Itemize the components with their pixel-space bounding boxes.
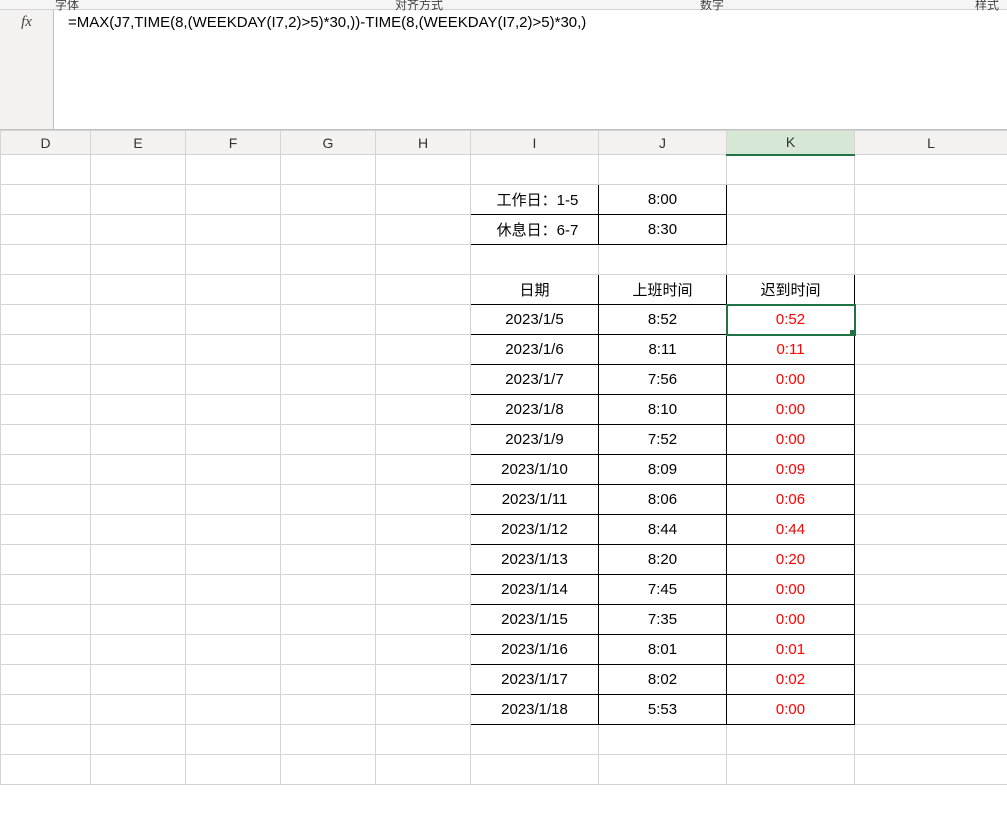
cell-late[interactable]: 0:06 — [727, 485, 855, 515]
ribbon-group-align: 对齐方式 — [395, 0, 443, 13]
cell-late[interactable]: 0:02 — [727, 665, 855, 695]
cell-late[interactable]: 0:09 — [727, 455, 855, 485]
col-E[interactable]: E — [91, 131, 186, 155]
table-row: 2023/1/7 7:56 0:00 — [1, 365, 1007, 395]
fx-icon[interactable]: fx — [0, 10, 54, 129]
col-I[interactable]: I — [471, 131, 599, 155]
cell-date[interactable]: 2023/1/11 — [471, 485, 599, 515]
table-row: 2023/1/11 8:06 0:06 — [1, 485, 1007, 515]
cell-time[interactable]: 8:01 — [599, 635, 727, 665]
ribbon-partial: 字体 对齐方式 数字 样式 — [0, 0, 1007, 10]
cell-date[interactable]: 2023/1/18 — [471, 695, 599, 725]
cell-date[interactable]: 2023/1/7 — [471, 365, 599, 395]
cell-date[interactable]: 2023/1/5 — [471, 305, 599, 335]
cell-time[interactable]: 8:20 — [599, 545, 727, 575]
table-row: 2023/1/14 7:45 0:00 — [1, 575, 1007, 605]
cell-late[interactable]: 0:00 — [727, 695, 855, 725]
col-L[interactable]: L — [855, 131, 1007, 155]
cell-date[interactable]: 2023/1/6 — [471, 335, 599, 365]
cell-late[interactable]: 0:20 — [727, 545, 855, 575]
col-J[interactable]: J — [599, 131, 727, 155]
col-K[interactable]: K — [727, 131, 855, 155]
cell-late[interactable]: 0:01 — [727, 635, 855, 665]
cell-time[interactable]: 7:45 — [599, 575, 727, 605]
cell-date[interactable]: 2023/1/14 — [471, 575, 599, 605]
rule-2-time[interactable]: 8:30 — [599, 215, 727, 245]
cell-late[interactable]: 0:11 — [727, 335, 855, 365]
table-row: 2023/1/18 5:53 0:00 — [1, 695, 1007, 725]
table-row: 2023/1/17 8:02 0:02 — [1, 665, 1007, 695]
col-D[interactable]: D — [1, 131, 91, 155]
cell-date[interactable]: 2023/1/8 — [471, 395, 599, 425]
cell-date[interactable]: 2023/1/10 — [471, 455, 599, 485]
cell-date[interactable]: 2023/1/9 — [471, 425, 599, 455]
table-header-late[interactable]: 迟到时间 — [727, 275, 855, 305]
table-header-time[interactable]: 上班时间 — [599, 275, 727, 305]
table-row: 2023/1/10 8:09 0:09 — [1, 455, 1007, 485]
column-headers: D E F G H I J K L — [1, 131, 1007, 155]
cell-date[interactable]: 2023/1/13 — [471, 545, 599, 575]
cell-time[interactable]: 8:02 — [599, 665, 727, 695]
cell-date[interactable]: 2023/1/17 — [471, 665, 599, 695]
cell-time[interactable]: 8:09 — [599, 455, 727, 485]
cell-time[interactable]: 8:11 — [599, 335, 727, 365]
ribbon-group-style: 样式 — [975, 0, 999, 13]
cell-time[interactable]: 7:56 — [599, 365, 727, 395]
cell-date[interactable]: 2023/1/16 — [471, 635, 599, 665]
table-row: 2023/1/16 8:01 0:01 — [1, 635, 1007, 665]
cell-late[interactable]: 0:00 — [727, 425, 855, 455]
table-row: 2023/1/9 7:52 0:00 — [1, 425, 1007, 455]
cell-date[interactable]: 2023/1/15 — [471, 605, 599, 635]
cell-late-selected[interactable]: 0:52 — [727, 305, 855, 335]
col-F[interactable]: F — [186, 131, 281, 155]
col-G[interactable]: G — [281, 131, 376, 155]
ribbon-group-number: 数字 — [700, 0, 724, 13]
table-row: 2023/1/13 8:20 0:20 — [1, 545, 1007, 575]
table-row: 2023/1/6 8:11 0:11 — [1, 335, 1007, 365]
cell-time[interactable]: 8:10 — [599, 395, 727, 425]
cell-late[interactable]: 0:00 — [727, 575, 855, 605]
table-row: 2023/1/5 8:52 0:52 — [1, 305, 1007, 335]
formula-input[interactable]: =MAX(J7,TIME(8,(WEEKDAY(I7,2)>5)*30,))-T… — [54, 10, 1007, 129]
cell-date[interactable]: 2023/1/12 — [471, 515, 599, 545]
rule-2-label[interactable]: 休息日：6-7 — [471, 215, 599, 245]
rule-1-label[interactable]: 工作日：1-5 — [471, 185, 599, 215]
cell-time[interactable]: 7:52 — [599, 425, 727, 455]
cell-time[interactable]: 8:44 — [599, 515, 727, 545]
cell-time[interactable]: 8:52 — [599, 305, 727, 335]
table-header-date[interactable]: 日期 — [471, 275, 599, 305]
cell-time[interactable]: 7:35 — [599, 605, 727, 635]
col-H[interactable]: H — [376, 131, 471, 155]
ribbon-group-font: 字体 — [55, 0, 79, 13]
spreadsheet-grid[interactable]: D E F G H I J K L 工作日：1-5 8:00 休息日：6-7 8… — [0, 130, 1007, 785]
rule-1-time[interactable]: 8:00 — [599, 185, 727, 215]
table-row: 2023/1/12 8:44 0:44 — [1, 515, 1007, 545]
cell-late[interactable]: 0:00 — [727, 365, 855, 395]
cell-late[interactable]: 0:44 — [727, 515, 855, 545]
table-row: 2023/1/15 7:35 0:00 — [1, 605, 1007, 635]
table-row: 2023/1/8 8:10 0:00 — [1, 395, 1007, 425]
cell-late[interactable]: 0:00 — [727, 395, 855, 425]
cell-time[interactable]: 5:53 — [599, 695, 727, 725]
formula-bar: fx =MAX(J7,TIME(8,(WEEKDAY(I7,2)>5)*30,)… — [0, 10, 1007, 130]
cell-time[interactable]: 8:06 — [599, 485, 727, 515]
cell-late[interactable]: 0:00 — [727, 605, 855, 635]
